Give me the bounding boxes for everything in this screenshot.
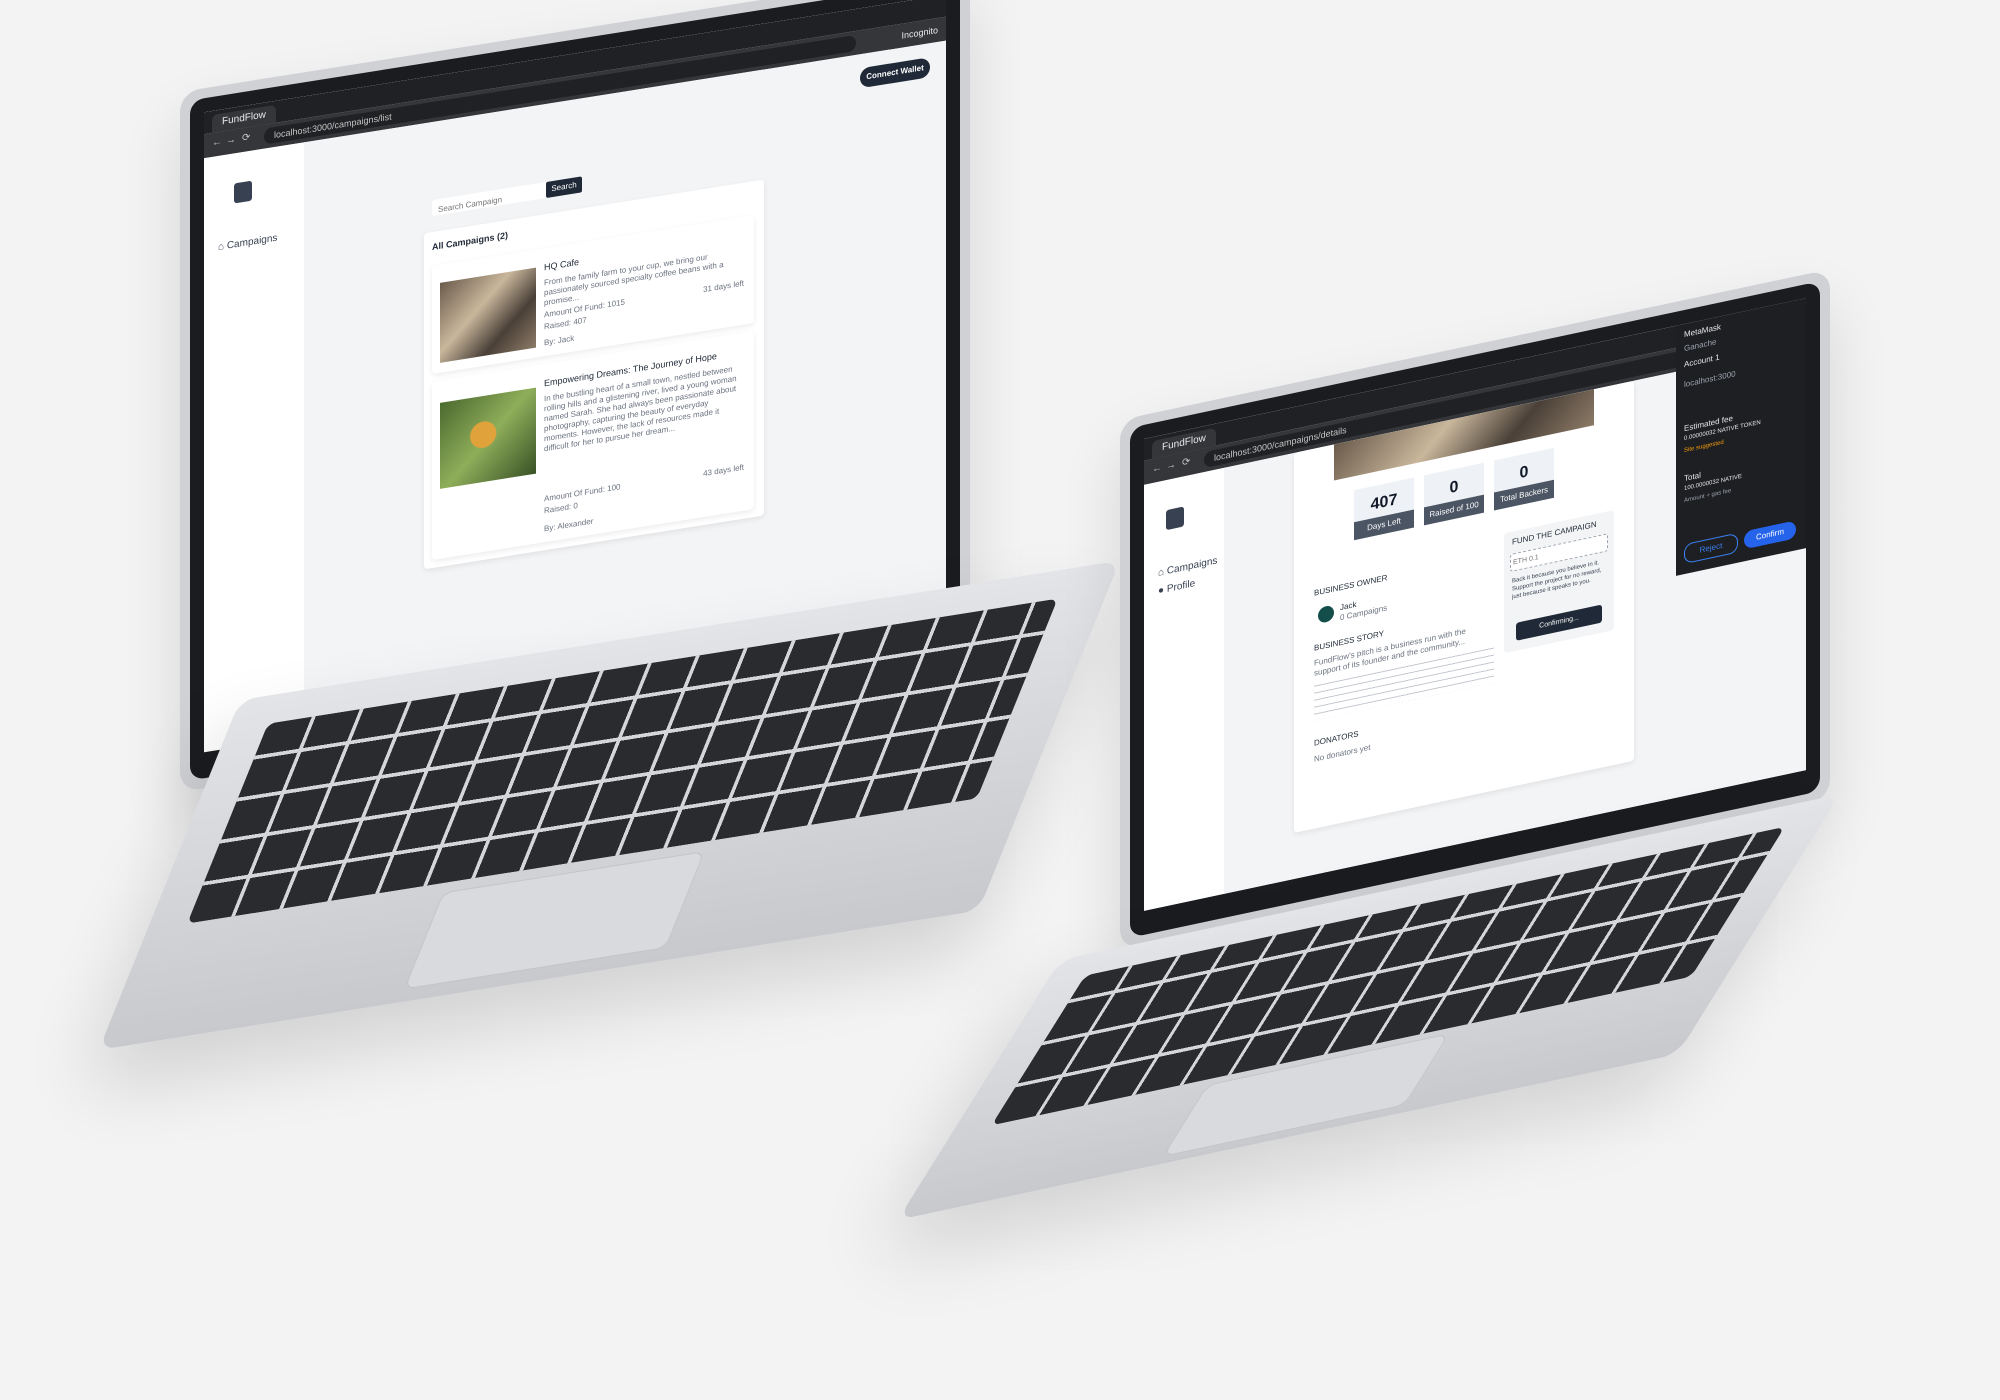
wallet-account[interactable]: Account 1 [1684, 353, 1720, 370]
back-icon[interactable]: ← [212, 136, 222, 149]
sidebar: ⌂ Campaigns ● Profile [1144, 467, 1225, 911]
campaign-amount: Amount Of Fund: 100 [544, 482, 621, 504]
sidebar-item-label: Profile [1166, 578, 1196, 596]
connect-wallet-button[interactable]: Connect Wallet [860, 57, 930, 89]
stat-days-left: 407 Days Left [1354, 477, 1414, 541]
total-label: Total [1684, 470, 1701, 484]
search-box: Search [432, 176, 582, 219]
incognito-label: Incognito [901, 24, 938, 41]
sidebar-item-label: Campaigns [1166, 555, 1218, 578]
campaign-image [440, 387, 536, 489]
sidebar-item-campaigns[interactable]: ⌂ Campaigns [218, 233, 277, 253]
wallet-site: localhost:3000 [1684, 369, 1736, 390]
sidebar-item-profile[interactable]: ● Profile [1158, 578, 1195, 597]
list-title: All Campaigns (2) [432, 230, 509, 253]
reload-icon[interactable]: ⟳ [242, 132, 250, 144]
right-screen: FundFlow ← → ⟳ localhost:3000/campaigns/… [1144, 298, 1806, 911]
forward-icon[interactable]: → [226, 134, 236, 147]
campaign-image [440, 267, 536, 363]
owner-heading: BUSINESS OWNER [1314, 573, 1388, 598]
donators-heading: DONATORS [1314, 729, 1359, 748]
fund-panel: FUND THE CAMPAIGN Back it because you be… [1504, 509, 1614, 654]
user-icon: ● [1158, 584, 1165, 597]
stat-backers: 0 Total Backers [1494, 447, 1554, 511]
campaign-date: 43 days left [703, 462, 744, 479]
campaign-description: From the family farm to your cup, we bri… [544, 252, 724, 308]
forward-icon[interactable]: → [1166, 459, 1176, 472]
search-button[interactable]: Search [546, 176, 582, 199]
sidebar: ⌂ Campaigns [204, 142, 305, 753]
fundflow-logo [234, 180, 252, 204]
reject-button[interactable]: Reject [1684, 532, 1738, 565]
fundflow-logo [1166, 506, 1184, 531]
avatar [1318, 604, 1334, 624]
campaign-owner: By: Alexander [544, 516, 594, 534]
campaign-detail-card: 407 Days Left 0 Raised of 100 0 Total Ba… [1294, 380, 1634, 834]
back-icon[interactable]: ← [1152, 462, 1162, 475]
wallet-network[interactable]: Ganache [1684, 337, 1716, 353]
reload-icon[interactable]: ⟳ [1182, 456, 1190, 469]
search-input[interactable] [432, 184, 544, 219]
campaign-raised: Raised: 0 [544, 500, 578, 516]
site-suggested-label: Site suggested [1684, 439, 1724, 455]
home-icon: ⌂ [218, 241, 225, 253]
sidebar-item-campaigns[interactable]: ⌂ Campaigns [1158, 555, 1217, 579]
campaign-title: HQ Cafe [544, 256, 580, 273]
wallet-popup: MetaMask Ganache Account 1 localhost:300… [1676, 298, 1806, 576]
home-icon: ⌂ [1158, 566, 1165, 579]
stat-raised: 0 Raised of 100 [1424, 462, 1484, 526]
confirm-button[interactable]: Confirm [1744, 520, 1796, 550]
campaign-owner: By: Jack [544, 333, 575, 348]
sidebar-item-label: Campaigns [226, 232, 278, 252]
campaign-list-card: All Campaigns (2) HQ Cafe From the famil… [424, 179, 764, 570]
